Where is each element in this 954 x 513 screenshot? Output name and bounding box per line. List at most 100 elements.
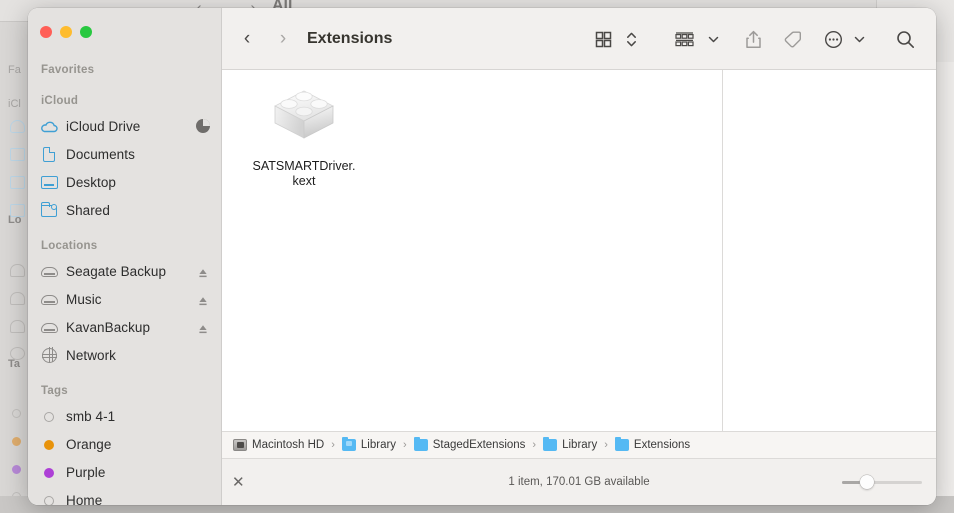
screen: Fa iCl Lo Ta ‹ › All Favor [0,0,954,513]
breadcrumb-separator: › [403,439,407,451]
sidebar-item-label: iCloud Drive [66,118,141,134]
sidebar-item-label: Desktop [66,174,116,190]
bg-drive-icon-2 [10,292,25,305]
sidebar-item-label: Purple [66,464,106,480]
sidebar-item-label: Music [66,291,102,307]
sidebar-item-kavanbackup[interactable]: KavanBackup [28,313,222,341]
drive-icon [40,318,59,337]
bg-sidebar-heading-tags: Ta [8,358,21,370]
tag-dot-icon [40,407,59,426]
group-by-chevron-down-icon[interactable] [702,25,724,53]
breadcrumb-label: StagedExtensions [432,439,526,451]
sidebar-item-tag-smb-4-1[interactable]: smb 4-1 [28,402,222,430]
folder-icon [543,436,558,451]
bg-drive-icon-1 [10,264,25,277]
status-bar: ✕ 1 item, 170.01 GB available [222,458,936,505]
breadcrumb-stagedextensions[interactable]: StagedExtensions [413,436,526,451]
sidebar-heading-tags: Tags [41,385,68,397]
sidebar-item-label: Seagate Backup [66,263,167,279]
breadcrumb-library-2[interactable]: Library [543,436,598,451]
drive-icon [40,290,59,309]
slider-thumb[interactable] [860,475,874,489]
document-icon [40,145,59,164]
tag-dot-icon [40,491,59,505]
breadcrumb-separator: › [331,439,335,451]
bg-tag-dot-purple [12,465,21,474]
toolbar: ‹ › Extensions [222,8,936,70]
view-sort-chevrons-icon[interactable] [618,25,644,53]
window-title: Extensions [307,30,393,47]
folder-icon [614,436,629,451]
minimize-button[interactable] [60,26,72,38]
sidebar-item-label: Network [66,347,116,363]
drive-icon [40,262,59,281]
breadcrumb-macintosh-hd[interactable]: Macintosh HD [233,439,324,451]
sidebar-item-label: smb 4-1 [66,408,116,424]
shared-folder-icon [40,201,59,220]
sidebar-item-desktop[interactable]: Desktop [28,168,222,196]
bg-drive-icon-3 [10,320,25,333]
tag-dot-icon [40,435,59,454]
eject-icon[interactable] [198,266,208,277]
cloud-icon [40,117,59,136]
share-icon[interactable] [734,25,772,53]
back-button[interactable]: ‹ [236,28,258,50]
forward-button[interactable]: › [272,28,294,50]
eject-icon[interactable] [198,294,208,305]
sidebar-heading-favorites: Favorites [41,64,95,76]
sidebar-item-documents[interactable]: Documents [28,140,222,168]
sidebar-item-label: Documents [66,146,135,162]
bg-sidebar-heading-locations: Lo [8,214,22,226]
file-item[interactable]: SATSMARTDriver. kext [239,78,369,189]
sidebar-item-seagate-backup[interactable]: Seagate Backup [28,257,222,285]
more-options-icon[interactable] [818,25,848,53]
breadcrumb-label: Library [360,439,397,451]
breadcrumb-separator: › [604,439,608,451]
view-grid-icon[interactable] [588,25,618,53]
sidebar: Favorites iCloud iCloud Drive Documents … [28,8,241,505]
sidebar-item-tag-purple[interactable]: Purple [28,458,222,486]
bg-tag-dot-1 [12,409,21,418]
sidebar-item-label: KavanBackup [66,319,151,335]
icon-size-slider[interactable] [842,475,922,489]
tag-icon[interactable] [772,25,812,53]
kernel-extension-icon [268,78,340,150]
eject-icon[interactable] [198,322,208,333]
hard-drive-icon [233,439,247,451]
bg-cloud-icon [10,120,25,133]
breadcrumb-label: Macintosh HD [252,439,325,451]
close-button[interactable] [40,26,52,38]
sidebar-scroll-area: Favorites iCloud iCloud Drive Documents … [28,60,222,505]
bg-sidebar-heading-favorites: Fa [8,64,21,76]
breadcrumb-extensions[interactable]: Extensions [614,436,690,451]
finder-window[interactable]: Favorites iCloud iCloud Drive Documents … [28,8,936,505]
window-traffic-lights [40,26,92,38]
sidebar-item-tag-orange[interactable]: Orange [28,430,222,458]
group-by-icon[interactable] [666,25,702,53]
desktop-icon [40,173,59,192]
zoom-button[interactable] [80,26,92,38]
bg-sidebar-heading-icloud: iCl [8,98,21,110]
breadcrumb-label: Library [562,439,598,451]
search-icon[interactable] [888,25,922,53]
bg-desktop-icon [10,176,25,189]
sidebar-item-icloud-drive[interactable]: iCloud Drive [28,112,222,140]
tag-dot-icon [40,463,59,482]
sidebar-item-network[interactable]: Network [28,341,222,369]
file-name-label: SATSMARTDriver. kext [252,159,356,188]
globe-icon [40,346,59,365]
bg-tag-dot-orange [12,437,21,446]
breadcrumb-library-1[interactable]: Library [341,436,397,451]
sidebar-heading-icloud: iCloud [41,95,79,107]
sidebar-item-tag-home[interactable]: Home [28,486,222,505]
bg-document-icon [10,148,25,161]
more-chevron-down-icon[interactable] [848,25,870,53]
toolbar-buttons [588,25,922,53]
folder-icon [341,436,356,451]
sidebar-heading-locations: Locations [41,240,98,252]
sidebar-item-music[interactable]: Music [28,285,222,313]
sidebar-item-label: Orange [66,436,112,452]
sidebar-item-label: Shared [66,202,110,218]
file-browser-content[interactable]: SATSMARTDriver. kext [222,70,936,431]
sidebar-item-shared[interactable]: Shared [28,196,222,224]
